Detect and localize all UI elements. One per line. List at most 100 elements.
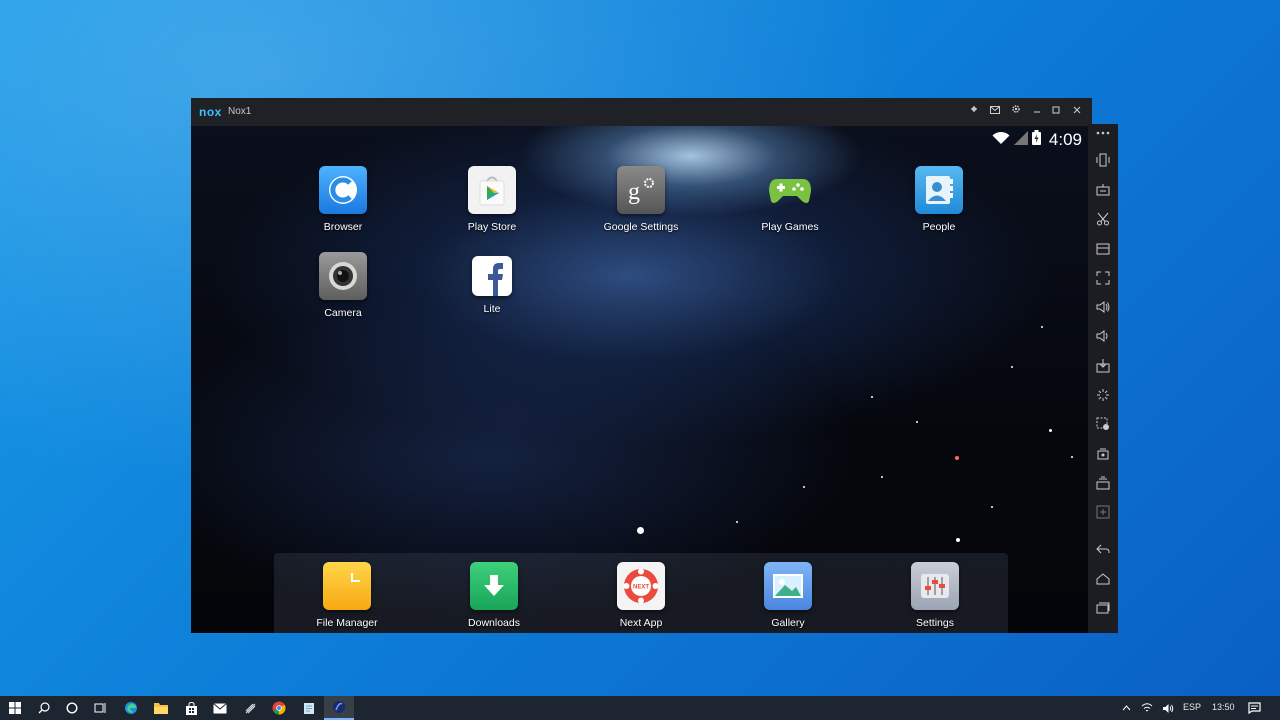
star [916, 421, 918, 423]
star [881, 476, 883, 478]
recent-apps-icon[interactable] [1093, 598, 1113, 618]
windows-taskbar: ESP 13:50 [0, 696, 1280, 720]
facebook-lite-icon [472, 256, 512, 296]
star [1049, 429, 1052, 432]
app-label: Browser [323, 221, 363, 233]
status-time: 4:09 [1048, 130, 1082, 149]
people-icon [915, 166, 963, 214]
svg-text:g: g [628, 179, 640, 205]
nox-emulator-window: nox Nox1 4:09 Browser Play Store g Googl… [191, 98, 1118, 633]
nox-icon[interactable] [324, 696, 354, 720]
app-play-games[interactable]: Play Games [730, 166, 850, 233]
minimize-icon[interactable] [1029, 104, 1045, 120]
app-browser[interactable]: Browser [283, 166, 403, 233]
chrome-icon[interactable] [264, 696, 294, 720]
macro-icon[interactable] [1093, 414, 1113, 434]
tray-expand-icon[interactable] [1116, 696, 1136, 720]
star [955, 456, 959, 460]
start-icon[interactable] [0, 696, 30, 720]
volume-icon[interactable] [1158, 696, 1178, 720]
app-label: File Manager [316, 617, 378, 629]
play-store-icon [468, 166, 516, 214]
app-label: Lite [483, 303, 501, 315]
star [736, 521, 738, 523]
star [956, 538, 960, 542]
fullscreen-icon[interactable] [1093, 268, 1113, 288]
home-icon[interactable] [1093, 569, 1113, 589]
status-bar: 4:09 [992, 130, 1082, 150]
star [871, 396, 873, 398]
volume-down-icon[interactable] [1093, 326, 1113, 346]
loading-icon[interactable] [1093, 385, 1113, 405]
app-people[interactable]: People [879, 166, 999, 233]
svg-text:NEXT: NEXT [633, 585, 649, 591]
browser-icon [319, 166, 367, 214]
window-title: Nox1 [228, 106, 252, 117]
app-label: Downloads [468, 617, 520, 629]
download-icon [470, 562, 518, 610]
back-icon[interactable] [1093, 539, 1113, 559]
wifi-icon [992, 131, 1010, 150]
app-label: Google Settings [603, 221, 679, 233]
app-label: Play Store [467, 221, 517, 233]
gallery-icon [764, 562, 812, 610]
app-label: Play Games [761, 221, 819, 233]
star [1071, 456, 1073, 458]
google-settings-icon: g [617, 166, 665, 214]
taskbar-clock[interactable]: 13:50 [1212, 702, 1235, 712]
multi-drive-icon[interactable] [1093, 473, 1113, 493]
keyboard-icon[interactable] [1093, 180, 1113, 200]
star [1011, 366, 1013, 368]
action-center-icon[interactable] [1241, 696, 1267, 720]
task-view-icon[interactable] [85, 696, 115, 720]
nox-logo: nox [199, 105, 222, 119]
star [991, 506, 993, 508]
app-gallery[interactable]: Gallery [728, 562, 848, 629]
close-icon[interactable] [1069, 104, 1085, 120]
mail-icon[interactable] [987, 104, 1003, 120]
app-icon[interactable] [235, 696, 265, 720]
store-icon[interactable] [176, 696, 206, 720]
settings-sliders-icon [911, 562, 959, 610]
shake-icon[interactable] [1093, 150, 1113, 170]
app-label: Next App [619, 617, 663, 629]
gear-icon[interactable] [1008, 104, 1024, 120]
file-explorer-icon[interactable] [146, 696, 176, 720]
cortana-icon[interactable] [57, 696, 87, 720]
star [1041, 326, 1043, 328]
nox-side-toolbar [1088, 123, 1118, 633]
more-icon[interactable] [1093, 123, 1113, 143]
next-app-icon: NEXT [617, 562, 665, 610]
maximize-icon[interactable] [1048, 104, 1064, 120]
record-icon[interactable] [1093, 444, 1113, 464]
sync-icon[interactable] [1093, 502, 1113, 522]
notes-icon[interactable] [294, 696, 324, 720]
multi-instance-icon[interactable] [1093, 239, 1113, 259]
app-file-manager[interactable]: File Manager [287, 562, 407, 629]
network-icon[interactable] [1137, 696, 1157, 720]
window-titlebar[interactable]: nox Nox1 [191, 98, 1092, 127]
pin-icon[interactable] [966, 104, 982, 120]
signal-icon [1013, 130, 1028, 150]
folder-icon [323, 562, 371, 610]
app-label: Gallery [771, 617, 805, 629]
edge-icon[interactable] [116, 696, 146, 720]
app-next-app[interactable]: NEXT Next App [581, 562, 701, 629]
language-indicator[interactable]: ESP [1183, 702, 1201, 712]
app-google-settings[interactable]: g Google Settings [581, 166, 701, 233]
app-facebook-lite[interactable]: Lite [432, 252, 552, 315]
app-settings[interactable]: Settings [875, 562, 995, 629]
app-downloads[interactable]: Downloads [434, 562, 554, 629]
app-camera[interactable]: Camera [283, 252, 403, 319]
play-games-icon [766, 166, 814, 214]
screenshot-scissors-icon[interactable] [1093, 209, 1113, 229]
apk-install-icon[interactable] [1093, 356, 1113, 376]
search-icon[interactable] [29, 696, 59, 720]
battery-icon [1031, 130, 1041, 150]
volume-up-icon[interactable] [1093, 297, 1113, 317]
mail-icon[interactable] [205, 696, 235, 720]
android-home-screen[interactable]: 4:09 Browser Play Store g Google Setting… [191, 126, 1088, 633]
camera-icon [319, 252, 367, 300]
app-label: People [922, 221, 956, 233]
app-play-store[interactable]: Play Store [432, 166, 552, 233]
